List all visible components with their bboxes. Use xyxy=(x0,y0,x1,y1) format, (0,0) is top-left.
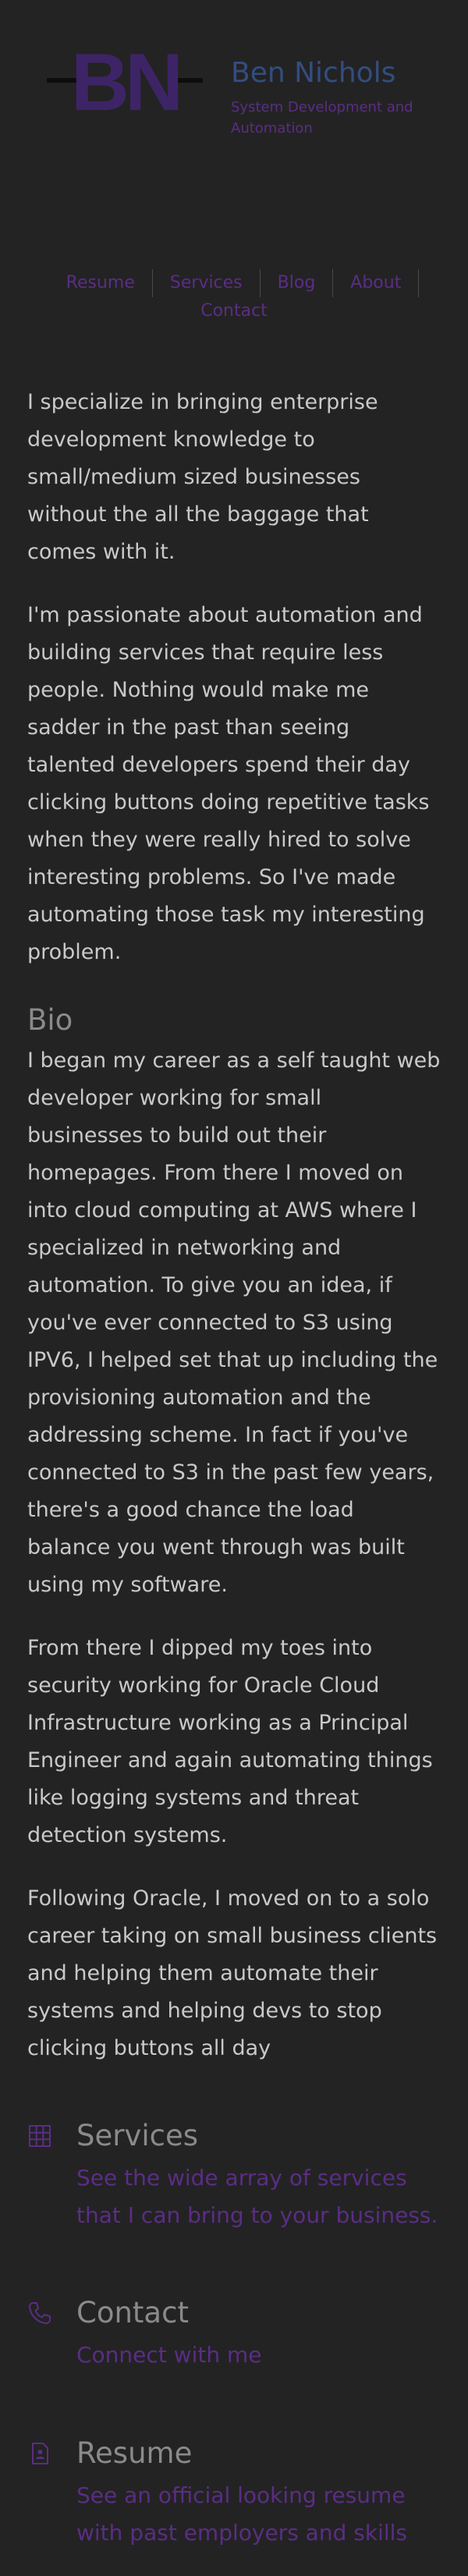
nav-about[interactable]: About xyxy=(333,269,420,297)
resume-card-title: Resume xyxy=(76,2436,193,2470)
main-nav: Resume Services Blog About Contact xyxy=(31,269,437,325)
resume-card[interactable]: Resume See an official looking resume wi… xyxy=(27,2430,441,2552)
bio-heading: Bio xyxy=(27,1003,73,1037)
intro-paragraph: I specialize in bringing enterprise deve… xyxy=(27,390,378,564)
contact-card-title: Contact xyxy=(76,2296,189,2329)
nav-resume[interactable]: Resume xyxy=(49,269,153,297)
contact-card[interactable]: Contact Connect with me xyxy=(27,2290,441,2374)
nav-services[interactable]: Services xyxy=(153,269,261,297)
services-card-link[interactable]: See the wide array of services that I ca… xyxy=(76,2159,441,2234)
bio-paragraph: From there I dipped my toes into securit… xyxy=(27,1636,433,1847)
phone-icon xyxy=(29,2302,51,2324)
resume-card-link[interactable]: See an official looking resume with past… xyxy=(76,2477,441,2552)
main-content: I specialize in bringing enterprise deve… xyxy=(27,384,441,2093)
bio-paragraph: I began my career as a self taught web d… xyxy=(27,1048,441,1597)
document-icon xyxy=(32,2443,48,2464)
contact-card-link[interactable]: Connect with me xyxy=(76,2336,441,2374)
services-card[interactable]: Services See the wide array of services … xyxy=(27,2113,441,2234)
site-tagline: System Development and Automation xyxy=(231,99,413,137)
logo-letters: BN xyxy=(71,43,179,121)
intro-paragraph: I'm passionate about automation and buil… xyxy=(27,603,430,964)
bio-paragraph: Following Oracle, I moved on to a solo c… xyxy=(27,1886,438,2060)
grid-icon xyxy=(29,2125,51,2147)
nav-blog[interactable]: Blog xyxy=(261,269,334,297)
site-header: BN Ben Nichols System Development and Au… xyxy=(0,0,468,179)
site-title[interactable]: Ben Nichols xyxy=(231,56,395,90)
link-cards: Services See the wide array of services … xyxy=(27,2113,441,2552)
bn-logo[interactable]: BN xyxy=(47,43,203,121)
nav-contact[interactable]: Contact xyxy=(183,297,285,325)
services-card-title: Services xyxy=(76,2119,199,2152)
